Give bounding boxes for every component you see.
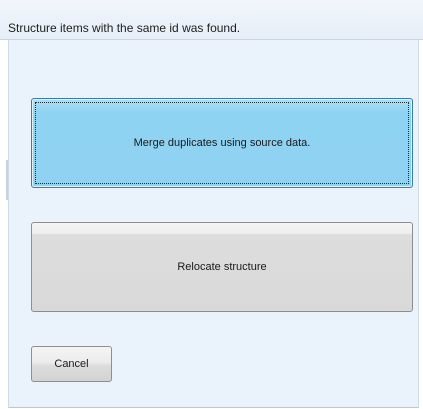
relocate-structure-label: Relocate structure [177,261,267,273]
relocate-structure-button[interactable]: Relocate structure [31,222,413,312]
duplicate-structure-dialog: Structure items with the same id was fou… [0,0,423,409]
merge-duplicates-label: Merge duplicates using source data. [133,137,311,149]
dialog-body: Merge duplicates using source data. Relo… [8,40,419,408]
cancel-label: Cancel [54,358,89,370]
cancel-button[interactable]: Cancel [31,346,112,382]
dialog-title: Structure items with the same id was fou… [8,21,241,35]
dialog-left-edge [0,40,8,409]
dialog-header: Structure items with the same id was fou… [0,0,423,40]
merge-duplicates-button[interactable]: Merge duplicates using source data. [31,98,413,188]
